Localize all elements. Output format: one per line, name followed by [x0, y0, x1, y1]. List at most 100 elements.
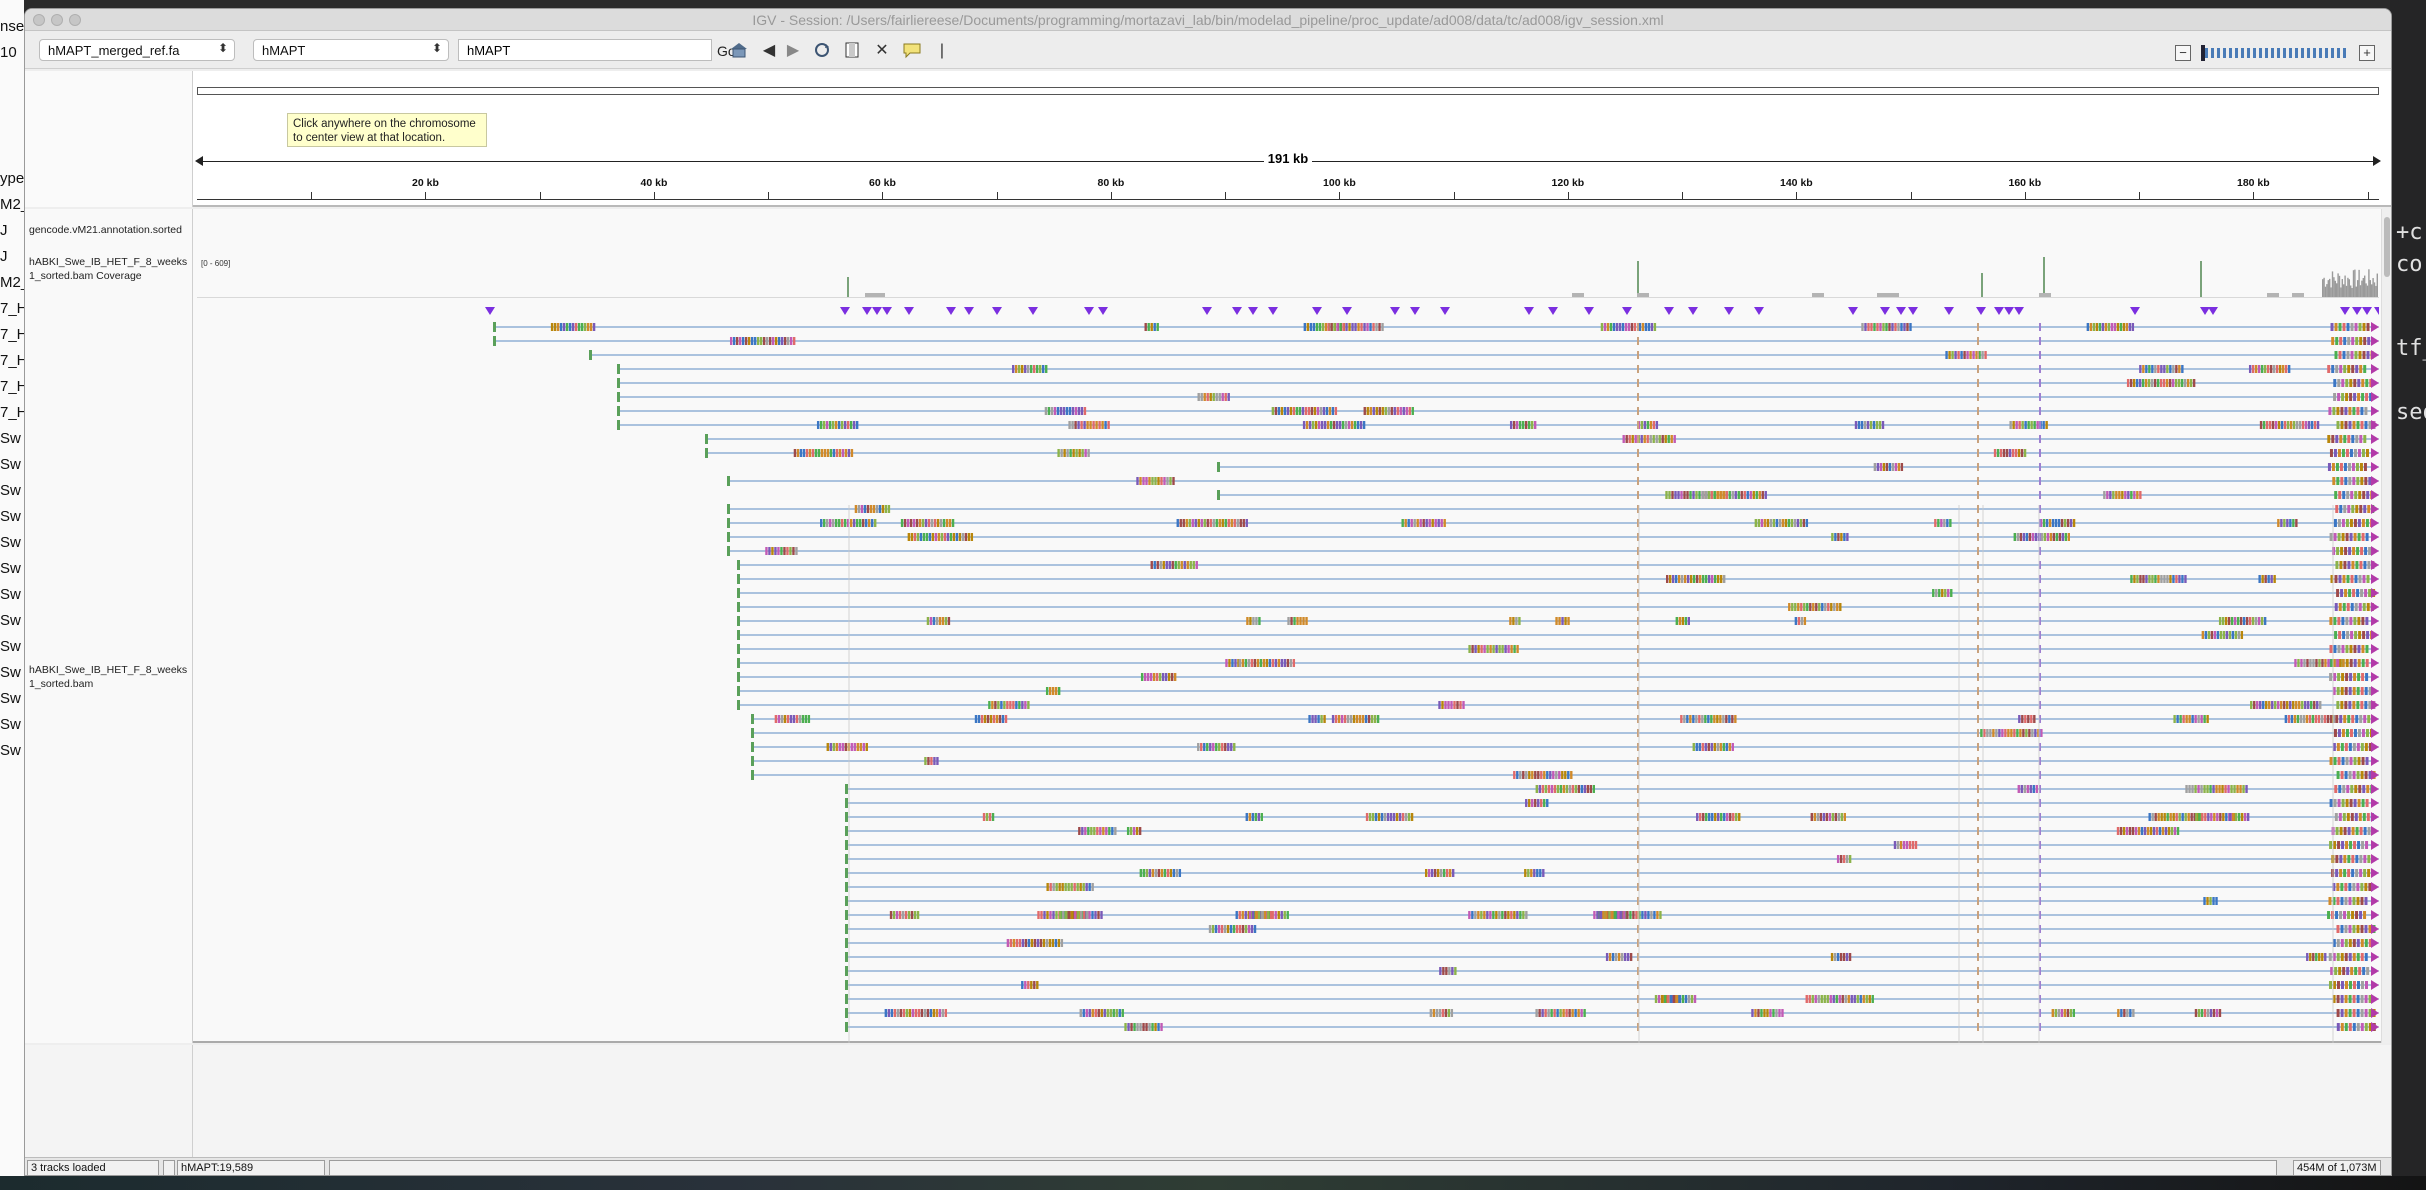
read-exon-block: [2224, 785, 2227, 793]
read-exon-block: [2160, 813, 2163, 821]
zoom-level-tick[interactable]: [2331, 48, 2334, 58]
chromosome-select[interactable]: hMAPT ⬍: [253, 39, 449, 61]
roi-icon[interactable]: [841, 41, 863, 61]
splice-mark: [1977, 449, 1979, 457]
read-exon-block: [2245, 617, 2249, 625]
read-exon-block: [1683, 575, 1687, 583]
zoom-level-tick[interactable]: [2277, 48, 2280, 58]
zoom-slider[interactable]: [2199, 44, 2351, 62]
read-exon-block: [2348, 925, 2352, 933]
read-exon-block: [2335, 855, 2339, 863]
read-exon-block: [1343, 715, 1347, 723]
read-exon-block: [2343, 827, 2347, 835]
coverage-bar: [2354, 269, 2356, 297]
read-exon-block: [907, 533, 911, 541]
read-exon-block: [2210, 813, 2213, 821]
read-exon-block: [2363, 365, 2367, 373]
zoom-level-tick[interactable]: [2265, 48, 2268, 58]
read-exon-block: [765, 337, 769, 345]
zoom-level-tick[interactable]: [2247, 48, 2250, 58]
popup-text-icon[interactable]: [901, 41, 923, 61]
alignment-track-name-2[interactable]: 1_sorted.bam: [29, 677, 191, 691]
alignment-canvas[interactable]: [197, 209, 2384, 1043]
ruler-area[interactable]: Click anywhere on the chromosome to cent…: [195, 71, 2381, 207]
zoom-level-tick[interactable]: [2319, 48, 2322, 58]
resize-icon[interactable]: ✕: [871, 41, 893, 61]
chromosome-ideogram[interactable]: [197, 87, 2379, 95]
read-exon-block: [1345, 323, 1348, 331]
annotation-track-name[interactable]: gencode.vM21.annotation.sorted: [29, 223, 191, 237]
read-exon-block: [2222, 631, 2226, 639]
scrollbar-thumb[interactable]: [2384, 217, 2390, 277]
zoom-level-tick[interactable]: [2253, 48, 2256, 58]
tick-label: 120 kb: [1551, 177, 1585, 189]
zoom-thumb[interactable]: [2201, 45, 2205, 61]
read-exon-block: [1954, 351, 1957, 359]
coverage-track-name-2[interactable]: 1_sorted.bam Coverage: [29, 269, 191, 283]
read-exon-block: [2345, 799, 2349, 807]
read-exon-block: [2206, 785, 2209, 793]
read-exon-block: [2153, 379, 2157, 387]
read-exon-block: [1946, 519, 1949, 527]
read-exon-block: [1349, 715, 1353, 723]
zoom-level-tick[interactable]: [2307, 48, 2310, 58]
locus-input[interactable]: hMAPT: [458, 39, 712, 61]
read-exon-block: [1103, 1009, 1106, 1017]
read-exon-block: [2020, 785, 2023, 793]
zoom-level-tick[interactable]: [2325, 48, 2328, 58]
zoom-level-tick[interactable]: [2205, 48, 2208, 58]
read-exon-block: [1984, 351, 1987, 359]
vertical-scrollbar[interactable]: [2381, 209, 2391, 1043]
read-exon-block: [1274, 659, 1278, 667]
read-exon-block: [2237, 631, 2241, 639]
read-exon-block: [1078, 827, 1081, 835]
read-exon-block: [1810, 813, 1813, 821]
zoom-level-tick[interactable]: [2313, 48, 2316, 58]
read-exon-block: [1865, 995, 1868, 1003]
read-exon-block: [765, 547, 768, 555]
read-exon-block: [2343, 435, 2347, 443]
read-exon-block: [1995, 729, 1998, 737]
back-icon[interactable]: ◀: [758, 41, 780, 61]
zoom-level-tick[interactable]: [2283, 48, 2286, 58]
read-exon-block: [901, 911, 905, 919]
zoom-in-button[interactable]: +: [2359, 45, 2375, 61]
read-exon-block: [1398, 813, 1402, 821]
ruler-bar-icon[interactable]: |: [931, 41, 953, 61]
read-direction-arrow: [2371, 686, 2379, 696]
zoom-level-tick[interactable]: [2289, 48, 2292, 58]
read-exon-block: [912, 519, 916, 527]
zoom-level-tick[interactable]: [2235, 48, 2238, 58]
zoom-level-tick[interactable]: [2295, 48, 2298, 58]
alignment-track-name-1[interactable]: hABKI_Swe_IB_HET_F_8_weeks: [29, 663, 191, 677]
zoom-level-tick[interactable]: [2229, 48, 2232, 58]
zoom-level-tick[interactable]: [2271, 48, 2274, 58]
zoom-level-tick[interactable]: [2241, 48, 2244, 58]
zoom-level-tick[interactable]: [2301, 48, 2304, 58]
read-exon-block: [2191, 715, 2194, 723]
read-exon-block: [1716, 491, 1719, 499]
read-exon-block: [2334, 631, 2338, 639]
track-data-area[interactable]: [0 - 609]: [197, 209, 2391, 1043]
zoom-level-tick[interactable]: [2259, 48, 2262, 58]
zoom-level-tick[interactable]: [2223, 48, 2226, 58]
read-start-mark: [1217, 462, 1220, 472]
zoom-level-tick[interactable]: [2343, 48, 2346, 58]
zoom-level-tick[interactable]: [2217, 48, 2220, 58]
refresh-icon[interactable]: [811, 41, 833, 61]
read-exon-block: [1562, 785, 1565, 793]
title-bar[interactable]: IGV - Session: /Users/fairliereese/Docum…: [25, 9, 2391, 31]
read-exon-block: [2145, 365, 2148, 373]
read-exon-block: [1148, 477, 1151, 485]
coverage-track-name-1[interactable]: hABKI_Swe_IB_HET_F_8_weeks: [29, 255, 191, 269]
forward-icon[interactable]: ▶: [782, 41, 804, 61]
read-exon-block: [1327, 323, 1330, 331]
zoom-out-button[interactable]: −: [2175, 45, 2191, 61]
home-icon[interactable]: [728, 41, 750, 61]
coverage-bar: [2327, 280, 2329, 297]
read-exon-block: [2333, 379, 2337, 387]
genome-select[interactable]: hMAPT_merged_ref.fa ⬍: [39, 39, 235, 61]
zoom-level-tick[interactable]: [2211, 48, 2214, 58]
zoom-level-tick[interactable]: [2337, 48, 2340, 58]
memory-status[interactable]: 454M of 1,073M: [2293, 1160, 2381, 1175]
